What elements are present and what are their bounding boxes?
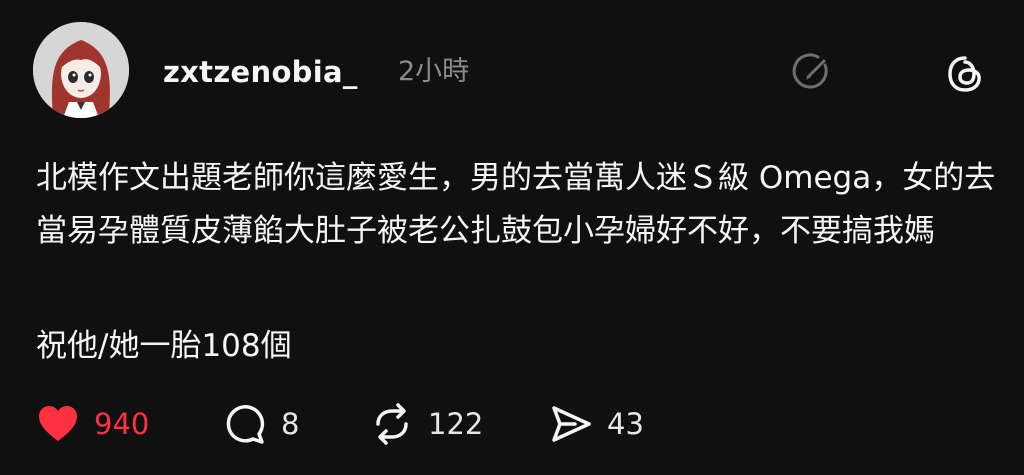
avatar[interactable] (33, 22, 129, 118)
edit-icon[interactable] (790, 50, 834, 94)
comment-icon (226, 405, 265, 444)
like-button[interactable]: 940 (36, 398, 149, 450)
like-count: 940 (94, 407, 150, 441)
share-button[interactable]: 43 (549, 398, 644, 450)
threads-logo-icon[interactable] (943, 52, 987, 96)
post-timestamp: 2小時 (398, 56, 470, 87)
repost-button[interactable]: 122 (370, 398, 483, 450)
post-body-line: 祝他/她一胎108個 (36, 328, 292, 364)
share-count: 43 (607, 407, 644, 441)
repost-icon (376, 403, 408, 445)
repost-count: 122 (428, 407, 484, 441)
comment-button[interactable]: 8 (223, 398, 299, 450)
username[interactable]: zxtzenobia_ (163, 52, 358, 92)
share-icon (552, 406, 591, 442)
post-body: 北模作文出題老師你這麼愛生，男的去當萬人迷Ｓ級 Omega，女的去當易孕體質皮薄… (36, 160, 996, 249)
comment-count: 8 (281, 407, 300, 441)
heart-icon (39, 406, 77, 441)
